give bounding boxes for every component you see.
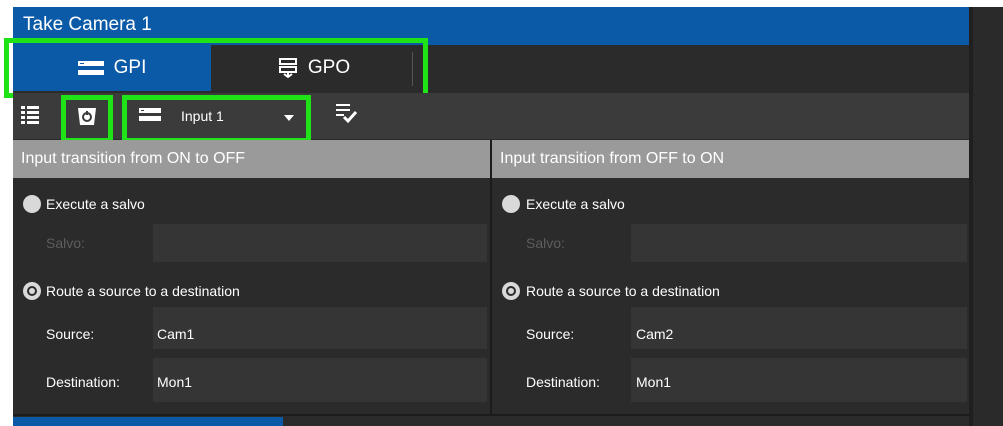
destination-label-on: Destination: — [526, 374, 600, 390]
source-label-off: Source: — [46, 326, 95, 342]
source-value-on: Cam2 — [636, 326, 674, 342]
salvo-option-on: Execute a salvo — [526, 196, 625, 212]
source-field-off[interactable] — [153, 307, 487, 349]
column-divider — [490, 140, 492, 416]
radio-route-off[interactable] — [23, 282, 41, 300]
highlight-tabs — [4, 38, 428, 98]
destination-value-off: Mon1 — [157, 374, 193, 390]
scroll-track — [283, 417, 969, 426]
checklist-icon[interactable] — [336, 104, 358, 124]
highlight-dropdown — [122, 95, 311, 143]
list-icon[interactable] — [21, 106, 39, 124]
route-option-on: Route a source to a destination — [526, 283, 720, 299]
right-panel — [973, 7, 1003, 426]
source-field-on[interactable] — [631, 307, 967, 349]
salvo-label-on: Salvo: — [526, 235, 565, 251]
radio-route-on[interactable] — [502, 282, 520, 300]
destination-value-on: Mon1 — [636, 374, 672, 390]
destination-field-on[interactable] — [631, 358, 967, 402]
source-value-off: Cam1 — [157, 326, 195, 342]
section-header-on: Input transition from OFF to ON — [492, 140, 969, 178]
source-label-on: Source: — [526, 326, 575, 342]
radio-salvo-off[interactable] — [23, 195, 41, 213]
salvo-label-off: Salvo: — [46, 235, 85, 251]
salvo-option-off: Execute a salvo — [46, 196, 145, 212]
salvo-field-off[interactable] — [153, 224, 487, 262]
destination-label-off: Destination: — [46, 374, 120, 390]
radio-salvo-on[interactable] — [502, 195, 520, 213]
highlight-icon — [61, 95, 113, 143]
salvo-field-on[interactable] — [631, 224, 967, 262]
horizontal-scrollbar[interactable] — [13, 417, 283, 426]
destination-field-off[interactable] — [153, 358, 487, 402]
window-title: Take Camera 1 — [23, 14, 152, 35]
route-option-off: Route a source to a destination — [46, 283, 240, 299]
section-header-off: Input transition from ON to OFF — [13, 140, 490, 178]
bottom-divider — [13, 414, 969, 416]
